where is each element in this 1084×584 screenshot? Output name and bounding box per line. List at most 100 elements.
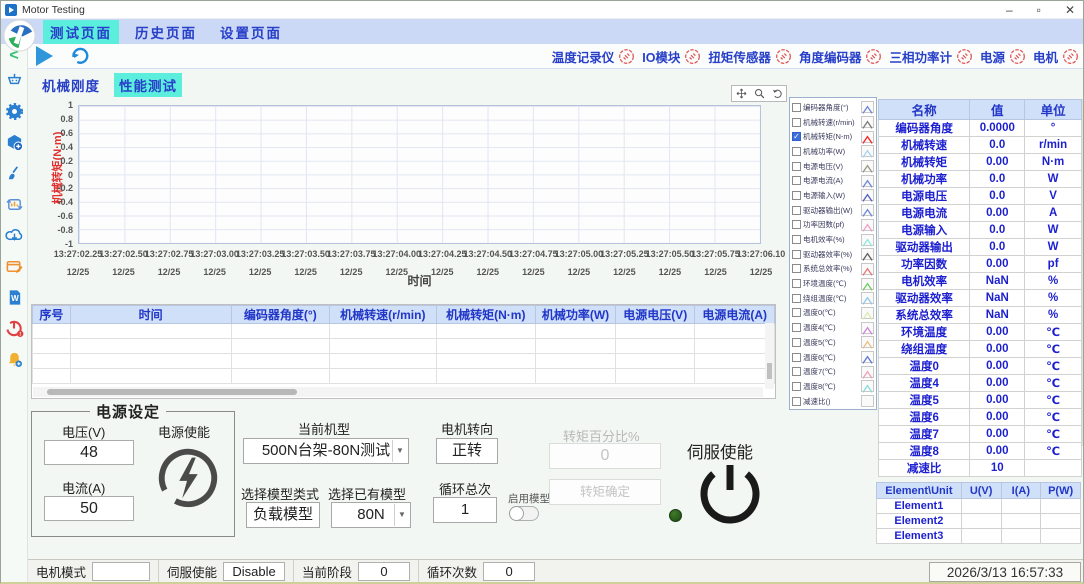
legend-item[interactable]: 温度7(℃) [792,364,874,379]
series-checkbox[interactable] [792,294,801,303]
reset-icon[interactable] [772,88,783,99]
legend-item[interactable]: 电源输入(W) [792,188,874,203]
legend-item[interactable]: ✓机械转矩(N-m) [792,129,874,144]
model-type-box[interactable]: 负载模型 [246,502,320,528]
legend-item[interactable]: 环境温度(℃) [792,276,874,291]
vertical-scrollbar[interactable] [765,323,774,389]
cloud-download-icon[interactable] [5,226,24,245]
current-model-dropdown[interactable]: 500N台架-80N测试 ▼ [243,438,409,464]
tab-test-page[interactable]: 测试页面 [43,20,119,44]
series-checkbox[interactable] [792,338,801,347]
legend-item[interactable]: 减速比() [792,394,874,409]
values-row: 温度70.00℃ [879,426,1082,443]
series-checkbox[interactable] [792,162,801,171]
gear-icon[interactable] [5,102,24,121]
chevron-down-icon[interactable]: ▼ [392,440,407,462]
motor-direction-box[interactable]: 正转 [436,438,498,464]
zoom-icon[interactable] [754,88,765,99]
close-button[interactable]: ✕ [1065,1,1075,19]
enable-model-toggle[interactable] [509,506,539,521]
series-checkbox[interactable] [792,353,801,362]
current-input[interactable]: 50 [44,496,134,521]
tab-settings-page[interactable]: 设置页面 [213,20,289,44]
servo-status-box: Disable [223,562,285,581]
x-tick-time: 13:27:06.10 [737,249,786,259]
legend-item[interactable]: 电源电压(V) [792,159,874,174]
values-cell: 0.0 [970,239,1025,256]
legend-item[interactable]: 机械转速(r/min) [792,115,874,130]
series-label: 环境温度(℃) [803,278,859,289]
series-checkbox[interactable] [792,250,801,259]
series-checkbox[interactable] [792,397,801,406]
chart-loop-icon[interactable] [5,195,24,214]
record-cell [231,339,330,354]
app-icon [5,4,17,16]
chevron-down-icon[interactable]: ▼ [394,504,409,526]
live-values-table: 名称值单位 编码器角度0.0000°机械转速0.0r/min机械转矩0.00N·… [878,99,1082,477]
series-checkbox[interactable] [792,279,801,288]
card-edit-icon[interactable] [5,257,24,276]
series-checkbox[interactable] [792,323,801,332]
series-checkbox[interactable] [792,103,801,112]
power-enable-button[interactable] [154,444,222,512]
bell-icon[interactable] [5,350,24,369]
record-cell [695,369,775,384]
series-checkbox[interactable] [792,118,801,127]
exist-model-dropdown[interactable]: 80N ▼ [331,502,411,528]
legend-item[interactable]: 系统总效率(%) [792,262,874,277]
legend-item[interactable]: 温度5(℃) [792,335,874,350]
series-checkbox[interactable] [792,308,801,317]
series-checkbox[interactable] [792,220,801,229]
record-cell [33,354,71,369]
hexagon-add-icon[interactable] [5,133,24,152]
refresh-icon[interactable] [69,45,91,67]
legend-item[interactable]: 电源电流(A) [792,173,874,188]
maximize-button[interactable]: ▫ [1037,1,1041,19]
broom-icon[interactable] [5,164,24,183]
values-cell: 驱动器效率 [879,290,970,307]
voltage-input[interactable]: 48 [44,440,134,465]
connector-icon[interactable] [5,71,24,90]
tab-performance-test[interactable]: 性能测试 [114,73,182,97]
series-checkbox[interactable] [792,147,801,156]
servo-power-button[interactable] [693,457,767,531]
tab-mechanical-stiffness[interactable]: 机械刚度 [37,73,105,97]
series-checkbox[interactable]: ✓ [792,132,801,141]
legend-item[interactable]: 温度6(℃) [792,350,874,365]
series-checkbox[interactable] [792,264,801,273]
word-doc-icon[interactable]: W [5,288,24,307]
legend-item[interactable]: 驱动器输出(W) [792,203,874,218]
record-cell [330,369,436,384]
legend-item[interactable]: 温度8(℃) [792,379,874,394]
series-checkbox[interactable] [792,382,801,391]
pan-icon[interactable] [736,88,747,99]
values-cell: 电源电流 [879,205,970,222]
chart-plot-area[interactable] [78,105,761,244]
torque-percent-input[interactable]: 0 [549,443,661,469]
torque-confirm-button[interactable]: 转矩确定 [549,479,661,505]
cycle-total-input[interactable]: 1 [433,497,497,523]
legend-item[interactable]: 驱动器效率(%) [792,247,874,262]
series-checkbox[interactable] [792,176,801,185]
values-cell: 0.00 [970,324,1025,341]
toggle-knob[interactable] [509,506,524,521]
minimize-button[interactable]: – [1006,1,1013,19]
link-broken-icon [865,48,882,65]
legend-item[interactable]: 电机效率(%) [792,232,874,247]
legend-item[interactable]: 机械功率(W) [792,144,874,159]
legend-item[interactable]: 温度4(℃) [792,320,874,335]
tab-history-page[interactable]: 历史页面 [128,20,204,44]
horizontal-scrollbar[interactable] [33,387,763,397]
legend-item[interactable]: 功率因数(pf) [792,218,874,233]
series-checkbox[interactable] [792,191,801,200]
values-row: 温度40.00℃ [879,375,1082,392]
series-checkbox[interactable] [792,235,801,244]
legend-item[interactable]: 绕组温度(℃) [792,291,874,306]
play-icon[interactable] [36,46,53,66]
series-checkbox[interactable] [792,367,801,376]
power-alert-icon[interactable]: ! [5,319,24,338]
legend-item[interactable]: 温度0(℃) [792,306,874,321]
legend-item[interactable]: 编码器角度(°) [792,100,874,115]
record-header-cell: 机械转速(r/min) [330,306,436,324]
series-checkbox[interactable] [792,206,801,215]
